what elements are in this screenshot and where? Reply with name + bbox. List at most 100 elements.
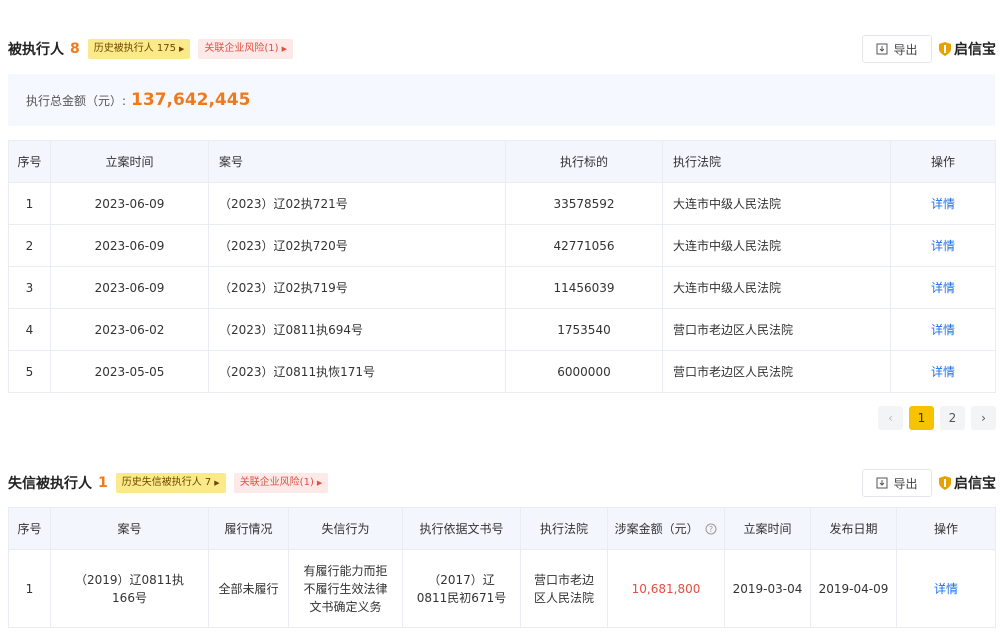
cell-date: 2023-06-02: [50, 308, 209, 351]
cell-date: 2023-06-09: [50, 182, 209, 225]
section-count: 1: [98, 475, 108, 491]
table-row: 3 2023-06-09 （2023）辽02执719号 11456039 大连市…: [8, 266, 996, 309]
export-button[interactable]: 导出: [862, 35, 932, 63]
page-button-1[interactable]: 1: [909, 406, 934, 430]
export-label: 导出: [893, 42, 918, 57]
section-header-dishonest: 失信被执行人 1 历史失信被执行人 7 ▶ 关联企业风险(1) ▶ 导出 启信宝: [8, 468, 996, 498]
caret-right-icon: ▶: [214, 479, 220, 487]
tag-label: 历史失信被执行人 7: [121, 477, 212, 488]
caret-right-icon: ▶: [179, 45, 185, 53]
cell-amount: 42771056: [505, 224, 663, 267]
cell-no: 2: [8, 224, 51, 267]
col-header: 操作: [890, 140, 996, 183]
tag-label: 关联企业风险(1): [204, 43, 279, 54]
cell-filing-date: 2019-03-04: [724, 549, 811, 628]
detail-link[interactable]: 详情: [890, 266, 996, 309]
pagination: ‹ 1 2 ›: [872, 406, 996, 430]
caret-right-icon: ▶: [316, 479, 323, 487]
cell-case-no: （2023）辽0811执694号: [208, 308, 506, 351]
col-header: 执行法院: [520, 507, 608, 550]
cell-court: 大连市中级人民法院: [662, 182, 891, 225]
caret-right-icon: ▶: [281, 45, 287, 53]
related-risk-tag[interactable]: 关联企业风险(1) ▶: [198, 39, 293, 59]
table-row: 1 2023-06-09 （2023）辽02执721号 33578592 大连市…: [8, 182, 996, 225]
table-header-row: 序号 立案时间 案号 执行标的 执行法院 操作: [8, 140, 996, 183]
col-header: 执行依据文书号: [402, 507, 521, 550]
export-label: 导出: [893, 476, 918, 491]
cell-no: 3: [8, 266, 51, 309]
col-header: 立案时间: [724, 507, 811, 550]
cell-case-no: （2019）辽0811执166号: [50, 549, 209, 628]
col-header: 失信行为: [288, 507, 403, 550]
export-icon: [876, 477, 888, 489]
detail-link[interactable]: 详情: [890, 308, 996, 351]
cell-court: 大连市中级人民法院: [662, 224, 891, 267]
table-header-row: 序号 案号 履行情况 失信行为 执行依据文书号 执行法院 涉案金额（元） ? 立…: [8, 507, 996, 550]
col-header: 序号: [8, 507, 51, 550]
cell-behavior: 有履行能力而拒不履行生效法律文书确定义务: [288, 549, 403, 628]
cell-no: 4: [8, 308, 51, 351]
related-risk-tag[interactable]: 关联企业风险(1) ▶: [233, 473, 329, 493]
table-row: 2 2023-06-09 （2023）辽02执720号 42771056 大连市…: [8, 224, 996, 267]
cell-date: 2023-06-09: [50, 224, 209, 267]
col-header: 发布日期: [810, 507, 897, 550]
col-header: 执行标的: [505, 140, 663, 183]
export-icon: [876, 43, 888, 55]
cell-court: 大连市中级人民法院: [662, 266, 891, 309]
col-header: 执行法院: [662, 140, 891, 183]
detail-link[interactable]: 详情: [890, 350, 996, 393]
cell-case-no: （2023）辽0811执恢171号: [208, 350, 506, 393]
brand-logo: 启信宝: [939, 39, 996, 59]
col-header: 履行情况: [208, 507, 289, 550]
cell-case-no: （2023）辽02执721号: [208, 182, 506, 225]
cell-date: 2023-05-05: [50, 350, 209, 393]
cell-court: 营口市老边区人民法院: [662, 308, 891, 351]
prev-page-button[interactable]: ‹: [878, 406, 903, 430]
table-row: 1 （2019）辽0811执166号 全部未履行 有履行能力而拒不履行生效法律文…: [8, 549, 996, 628]
section-count: 8: [70, 41, 80, 57]
col-header: 案号: [208, 140, 506, 183]
col-header-amount: 涉案金额（元） ?: [607, 507, 725, 550]
shield-icon: [939, 476, 951, 490]
brand-label: 启信宝: [954, 42, 996, 58]
cell-case-no: （2023）辽02执720号: [208, 224, 506, 267]
brand-label: 启信宝: [954, 476, 996, 492]
history-dishonest-tag[interactable]: 历史失信被执行人 7 ▶: [115, 473, 226, 493]
detail-link[interactable]: 详情: [890, 224, 996, 267]
next-page-button[interactable]: ›: [971, 406, 996, 430]
page-button-2[interactable]: 2: [940, 406, 965, 430]
cell-amount: 10,681,800: [607, 549, 725, 628]
cell-amount: 11456039: [505, 266, 663, 309]
col-header: 序号: [8, 140, 51, 183]
cell-amount: 6000000: [505, 350, 663, 393]
col-header-label: 涉案金额（元）: [614, 522, 699, 536]
dishonest-table: 序号 案号 履行情况 失信行为 执行依据文书号 执行法院 涉案金额（元） ? 立…: [8, 507, 996, 628]
detail-link[interactable]: 详情: [890, 182, 996, 225]
cell-no: 5: [8, 350, 51, 393]
tag-label: 历史被执行人 175: [93, 43, 177, 54]
summary-value: 137,642,445: [131, 90, 251, 110]
col-header: 操作: [896, 507, 996, 550]
cell-status: 全部未履行: [208, 549, 289, 628]
help-icon[interactable]: ?: [705, 523, 717, 535]
cell-court: 营口市老边区人民法院: [662, 350, 891, 393]
shield-icon: [939, 42, 951, 56]
cell-amount: 1753540: [505, 308, 663, 351]
col-header: 立案时间: [50, 140, 209, 183]
cell-court: 营口市老边区人民法院: [520, 549, 608, 628]
summary-label: 执行总金额（元）:: [26, 93, 127, 108]
cell-amount: 33578592: [505, 182, 663, 225]
executed-table: 序号 立案时间 案号 执行标的 执行法院 操作 1 2023-06-09 （20…: [8, 140, 996, 393]
cell-basis-doc: （2017）辽0811民初671号: [402, 549, 521, 628]
tag-label: 关联企业风险(1): [239, 477, 314, 488]
table-row: 4 2023-06-02 （2023）辽0811执694号 1753540 营口…: [8, 308, 996, 351]
export-button[interactable]: 导出: [862, 469, 932, 497]
col-header: 案号: [50, 507, 209, 550]
history-executed-tag[interactable]: 历史被执行人 175 ▶: [87, 39, 191, 59]
cell-date: 2023-06-09: [50, 266, 209, 309]
section-title: 失信被执行人: [8, 476, 92, 492]
detail-link[interactable]: 详情: [896, 549, 996, 628]
section-header-executed: 被执行人 8 历史被执行人 175 ▶ 关联企业风险(1) ▶ 导出 启信宝: [8, 34, 996, 64]
cell-case-no: （2023）辽02执719号: [208, 266, 506, 309]
cell-publish-date: 2019-04-09: [810, 549, 897, 628]
